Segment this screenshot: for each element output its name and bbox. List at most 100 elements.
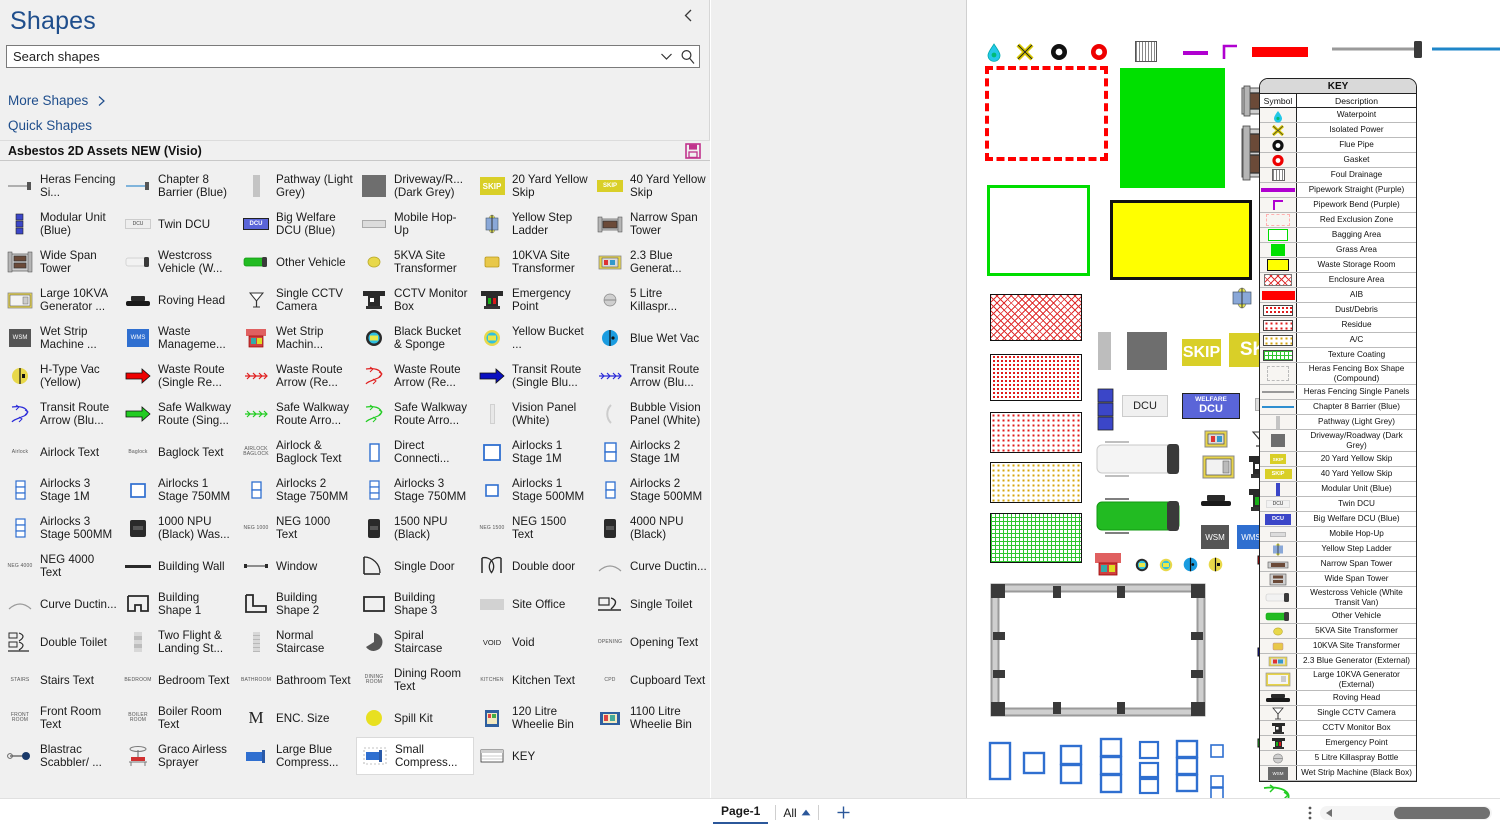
wet-strip-machine-red-shape[interactable] [1093, 551, 1123, 579]
blue-generator-shape[interactable] [1204, 430, 1228, 448]
stencil-shape-waste-route-arrow-curve-red[interactable]: Waste Route Arrow (Re... [356, 357, 474, 395]
stencil-shape-roving-head[interactable]: Roving Head [120, 281, 238, 319]
ac-shape[interactable] [990, 462, 1082, 503]
stencil-shape-blue-generator[interactable]: 2.3 Blue Generat... [592, 243, 710, 281]
stencil-shape-skip-40-yard[interactable]: SKIP40 Yard Yellow Skip [592, 167, 710, 205]
stencil-shape-front-room-text[interactable]: FRONTROOMFront Room Text [2, 699, 120, 737]
waste-storage-room-shape[interactable] [1110, 200, 1252, 280]
skip-20-yard-shape[interactable]: SKIP [1182, 339, 1221, 366]
stencil-shape-airlocks-3-stage-1m[interactable]: Airlocks 3 Stage 1M [2, 471, 120, 509]
stencil-shape-airlocks-1-stage-1m[interactable]: Airlocks 1 Stage 1M [474, 433, 592, 471]
stencil-shape-spill-kit[interactable]: Spill Kit [356, 699, 474, 737]
grass-area-shape[interactable] [1120, 68, 1225, 188]
pipework-straight-shape[interactable] [1183, 51, 1208, 55]
aib-shape[interactable] [1252, 47, 1308, 57]
stencil-shape-airlocks-2-stage-500mm[interactable]: Airlocks 2 Stage 500MM [592, 471, 710, 509]
stencil-shape-waste-management-wms[interactable]: WMSWaste Manageme... [120, 319, 238, 357]
stencil-shape-wheelie-bin-120[interactable]: 120 Litre Wheelie Bin [474, 699, 592, 737]
stencil-shape-normal-staircase[interactable]: Normal Staircase [238, 623, 356, 661]
residue-shape[interactable] [990, 412, 1082, 453]
stencil-shape-cctv-monitor-box[interactable]: CCTV Monitor Box [356, 281, 474, 319]
stencil-shape-large-10kva-generator[interactable]: Large 10KVA Generator ... [2, 281, 120, 319]
wet-strip-machine-shape[interactable]: WSM [1201, 525, 1229, 549]
large-10kva-generator-shape[interactable] [1202, 455, 1235, 479]
enclosure-area-shape[interactable] [990, 294, 1082, 341]
heras-fencing-compound-shape[interactable] [987, 580, 1209, 720]
stencil-shape-safe-walkway-green-arrow[interactable]: Safe Walkway Route (Sing... [120, 395, 238, 433]
bagging-area-shape[interactable] [987, 185, 1090, 276]
stencil-shape-curve-ducting[interactable]: Curve Ductin... [592, 547, 710, 585]
stencil-shape-curve-ducting[interactable]: Curve Ductin... [2, 585, 120, 623]
stencil-shape-transit-route-blue-arrow[interactable]: Transit Route (Single Blu... [474, 357, 592, 395]
stencil-shape-vision-panel-white[interactable]: Vision Panel (White) [474, 395, 592, 433]
quick-shapes-button[interactable]: Quick Shapes [8, 118, 92, 133]
stencil-shape-npu-4000-black[interactable]: 4000 NPU (Black) [592, 509, 710, 547]
stencil-shape-emergency-point[interactable]: Emergency Point [474, 281, 592, 319]
stencil-shape-blue-wet-vac[interactable]: Blue Wet Vac [592, 319, 710, 357]
pipework-bend-shape[interactable] [1222, 43, 1240, 61]
dust-debris-shape[interactable] [990, 354, 1082, 401]
stencil-shape-window[interactable]: Window [238, 547, 356, 585]
stencil-shape-single-toilet[interactable]: Single Toilet [592, 585, 710, 623]
stencil-shape-bedroom-text[interactable]: BEDROOMBedroom Text [120, 661, 238, 699]
page-tab-page-1[interactable]: Page-1 [713, 801, 768, 824]
stencil-shape-airlocks-1-stage-750mm[interactable]: Airlocks 1 Stage 750MM [120, 471, 238, 509]
stencil-shape-direct-connection[interactable]: Direct Connecti... [356, 433, 474, 471]
stencil-shape-h-type-vac-yellow[interactable]: H-Type Vac (Yellow) [2, 357, 120, 395]
stencil-shape-single-door[interactable]: Single Door [356, 547, 474, 585]
stencil-shape-stairs-text[interactable]: STAIRSStairs Text [2, 661, 120, 699]
stencil-shape-list[interactable]: AIBDust/DebrisResidueA/CTexture CoatingH… [0, 161, 710, 826]
more-shapes-button[interactable]: More Shapes [8, 93, 106, 108]
stencil-shape-yellow-bucket[interactable]: Yellow Bucket ... [474, 319, 592, 357]
big-welfare-dcu-shape[interactable]: WELFARE DCU [1182, 393, 1240, 419]
stencil-shape-building-wall[interactable]: Building Wall [120, 547, 238, 585]
stencil-shape-kitchen-text[interactable]: KITCHENKitchen Text [474, 661, 592, 699]
search-icon[interactable] [677, 46, 699, 67]
stencil-shape-transformer-10kva[interactable]: 10KVA Site Transformer [474, 243, 592, 281]
stencil-shape-wet-strip-machine-red[interactable]: Wet Strip Machin... [238, 319, 356, 357]
stencil-shape-double-door[interactable]: Double door [474, 547, 592, 585]
scrollbar-thumb[interactable] [1394, 807, 1490, 819]
gasket-shape[interactable] [1089, 42, 1109, 62]
stencil-shape-void-text[interactable]: VOIDVoid [474, 623, 592, 661]
stencil-shape-airlocks-3-stage-500mm[interactable]: Airlocks 3 Stage 500MM [2, 509, 120, 547]
waterpoint-shape[interactable] [987, 43, 1001, 61]
key-legend-table[interactable]: KEY Symbol Description WaterpointIsolate… [1259, 78, 1417, 782]
stencil-shape-black-bucket-sponge[interactable]: Black Bucket & Sponge [356, 319, 474, 357]
stencil-shape-chapter8-barrier[interactable]: Chapter 8 Barrier (Blue) [120, 167, 238, 205]
stencil-shape-transit-route-arrow-curve-blue[interactable]: Transit Route Arrow (Blu... [2, 395, 120, 433]
stencil-shape-killaspray-bottle[interactable]: 5 Litre Killaspr... [592, 281, 710, 319]
other-vehicle-shape[interactable] [1095, 497, 1187, 535]
yellow-bucket-shape[interactable] [1159, 558, 1173, 572]
stencil-shape-two-flight-landing-stairs[interactable]: Two Flight & Landing St... [120, 623, 238, 661]
stencil-shape-pathway-light-grey[interactable]: Pathway (Light Grey) [238, 167, 356, 205]
red-exclusion-zone-shape[interactable] [985, 66, 1108, 161]
add-page-button[interactable] [836, 805, 851, 820]
roving-head-shape[interactable] [1200, 493, 1232, 509]
stencil-shape-airlocks-2-stage-750mm[interactable]: Airlocks 2 Stage 750MM [238, 471, 356, 509]
horizontal-scroll-area[interactable] [1308, 805, 1492, 821]
stencil-shape-neg-4000-text[interactable]: NEG 4000NEG 4000 Text [2, 547, 120, 585]
stencil-shape-dining-room-text[interactable]: DININGROOMDining Room Text [356, 661, 474, 699]
heras-fencing-single-panel-1[interactable] [1332, 38, 1424, 60]
twin-dcu-shape[interactable]: DCU [1122, 395, 1168, 417]
h-type-vac-yellow-shape[interactable] [1208, 557, 1223, 572]
stencil-shape-skip-20-yard[interactable]: SKIP20 Yard Yellow Skip [474, 167, 592, 205]
stencil-shape-mobile-hop-up[interactable]: Mobile Hop-Up [356, 205, 474, 243]
stencil-shape-building-shape-1[interactable]: Building Shape 1 [120, 585, 238, 623]
stencil-shape-blastrac-scabbler[interactable]: Blastrac Scabbler/ ... [2, 737, 120, 775]
yellow-step-ladder-shape[interactable] [1232, 287, 1252, 309]
black-bucket-sponge-shape[interactable] [1135, 558, 1149, 572]
stencil-shape-big-welfare-dcu[interactable]: DCUBig Welfare DCU (Blue) [238, 205, 356, 243]
stencil-shape-site-office[interactable]: Site Office [474, 585, 592, 623]
stencil-shape-heras-fencing-single[interactable]: Heras Fencing Si... [2, 167, 120, 205]
stencil-shape-safe-walkway-arrow-curve-green[interactable]: Safe Walkway Route Arro... [356, 395, 474, 433]
stencil-shape-waste-route-arrow-dashed-red[interactable]: Waste Route Arrow (Re... [238, 357, 356, 395]
isolated-power-shape[interactable] [1015, 42, 1035, 62]
stencil-shape-neg-1000-text[interactable]: NEG 1000NEG 1000 Text [238, 509, 356, 547]
stencil-shape-safe-walkway-arrow-dashed-green[interactable]: Safe Walkway Route Arro... [238, 395, 356, 433]
drawing-canvas-area[interactable]: SKIP SKIP DCU WELFARE [711, 0, 1500, 798]
chapter-8-barrier-shape[interactable] [1432, 38, 1500, 60]
flue-pipe-shape[interactable] [1049, 42, 1069, 62]
drawing-page[interactable]: SKIP SKIP DCU WELFARE [966, 0, 1500, 798]
